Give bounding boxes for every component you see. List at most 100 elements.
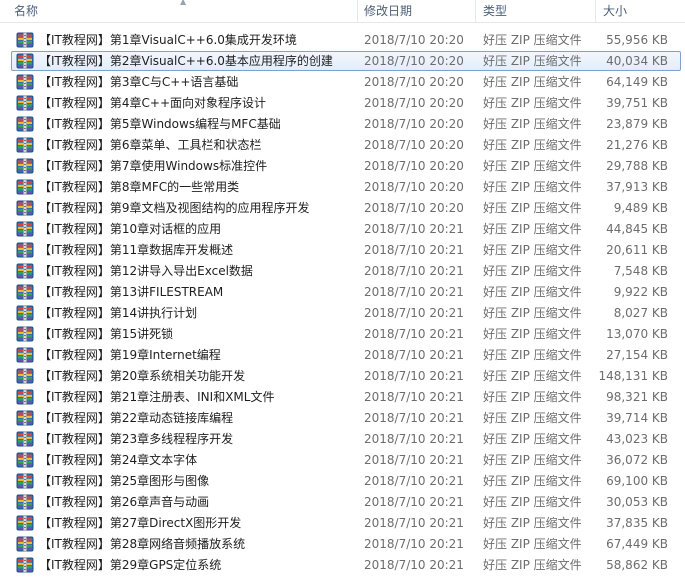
zip-archive-icon (16, 95, 34, 111)
file-row-9[interactable]: 【IT教程网】第9章文档及视图结构的应用程序开发 2018/7/10 20:20… (0, 198, 685, 219)
file-modified-date: 2018/7/10 20:20 (364, 201, 464, 215)
zip-archive-icon (16, 536, 34, 552)
file-size: 21,276 KB (606, 138, 668, 152)
file-size: 43,023 KB (606, 432, 668, 446)
file-type: 好压 ZIP 压缩文件 (483, 222, 582, 236)
zip-archive-icon (16, 368, 34, 384)
zip-archive-icon (16, 158, 34, 174)
file-type: 好压 ZIP 压缩文件 (483, 474, 582, 488)
file-name: 【IT教程网】第19章Internet编程 (39, 348, 221, 362)
file-modified-date: 2018/7/10 20:21 (364, 264, 464, 278)
zip-archive-icon (16, 179, 34, 195)
file-modified-date: 2018/7/10 20:21 (364, 474, 464, 488)
file-name: 【IT教程网】第6章菜单、工具栏和状态栏 (39, 138, 262, 152)
zip-archive-icon (16, 116, 34, 132)
file-row-7[interactable]: 【IT教程网】第7章使用Windows标准控件 2018/7/10 20:20 … (0, 156, 685, 177)
file-row-16[interactable]: 【IT教程网】第19章Internet编程 2018/7/10 20:21 好压… (0, 345, 685, 366)
file-row-2[interactable]: 【IT教程网】第2章VisualC++6.0基本应用程序的创建 2018/7/1… (0, 51, 685, 72)
zip-archive-icon (16, 557, 34, 573)
file-row-25[interactable]: 【IT教程网】第28章网络音频播放系统 2018/7/10 20:21 好压 Z… (0, 534, 685, 555)
file-row-21[interactable]: 【IT教程网】第24章文本字体 2018/7/10 20:21 好压 ZIP 压… (0, 450, 685, 471)
file-modified-date: 2018/7/10 20:21 (364, 348, 464, 362)
file-row-14[interactable]: 【IT教程网】第14讲执行计划 2018/7/10 20:21 好压 ZIP 压… (0, 303, 685, 324)
file-size: 40,034 KB (606, 54, 668, 68)
file-row-8[interactable]: 【IT教程网】第8章MFC的一些常用类 2018/7/10 20:20 好压 Z… (0, 177, 685, 198)
file-type: 好压 ZIP 压缩文件 (483, 327, 582, 341)
column-divider[interactable] (475, 0, 476, 22)
file-modified-date: 2018/7/10 20:21 (364, 516, 464, 530)
column-divider[interactable] (357, 0, 358, 22)
file-row-20[interactable]: 【IT教程网】第23章多线程程序开发 2018/7/10 20:21 好压 ZI… (0, 429, 685, 450)
zip-archive-icon (16, 242, 34, 258)
file-name: 【IT教程网】第10章对话框的应用 (39, 222, 222, 236)
zip-archive-icon (16, 473, 34, 489)
file-row-23[interactable]: 【IT教程网】第26章声音与动画 2018/7/10 20:21 好压 ZIP … (0, 492, 685, 513)
zip-archive-icon (16, 32, 34, 48)
file-size: 58,862 KB (606, 558, 668, 572)
file-type: 好压 ZIP 压缩文件 (483, 159, 582, 173)
file-size: 148,131 KB (598, 369, 668, 383)
zip-archive-icon (16, 515, 34, 531)
file-size: 27,154 KB (606, 348, 668, 362)
column-header-date[interactable]: 修改日期 (364, 0, 412, 22)
file-type: 好压 ZIP 压缩文件 (483, 33, 582, 47)
file-name: 【IT教程网】第11章数据库开发概述 (39, 243, 234, 257)
file-explorer: 名称 ▲ 修改日期 类型 大小 【IT教程网】第1章VisualC++6.0集成… (0, 0, 685, 586)
file-modified-date: 2018/7/10 20:21 (364, 411, 464, 425)
file-name: 【IT教程网】第7章使用Windows标准控件 (39, 159, 268, 173)
file-row-10[interactable]: 【IT教程网】第10章对话框的应用 2018/7/10 20:21 好压 ZIP… (0, 219, 685, 240)
file-name: 【IT教程网】第5章Windows编程与MFC基础 (39, 117, 281, 131)
file-size: 20,611 KB (606, 243, 668, 257)
file-row-22[interactable]: 【IT教程网】第25章图形与图像 2018/7/10 20:21 好压 ZIP … (0, 471, 685, 492)
zip-archive-icon (16, 221, 34, 237)
file-row-1[interactable]: 【IT教程网】第1章VisualC++6.0集成开发环境 2018/7/10 2… (0, 30, 685, 51)
file-modified-date: 2018/7/10 20:21 (364, 306, 464, 320)
file-name: 【IT教程网】第8章MFC的一些常用类 (39, 180, 240, 194)
file-name: 【IT教程网】第14讲执行计划 (39, 306, 198, 320)
file-list: 【IT教程网】第1章VisualC++6.0集成开发环境 2018/7/10 2… (0, 30, 685, 576)
file-type: 好压 ZIP 压缩文件 (483, 411, 582, 425)
file-modified-date: 2018/7/10 20:21 (364, 327, 464, 341)
file-name: 【IT教程网】第24章文本字体 (39, 453, 198, 467)
file-type: 好压 ZIP 压缩文件 (483, 558, 582, 572)
file-row-18[interactable]: 【IT教程网】第21章注册表、INI和XML文件 2018/7/10 20:21… (0, 387, 685, 408)
file-modified-date: 2018/7/10 20:20 (364, 138, 464, 152)
zip-archive-icon (16, 137, 34, 153)
file-size: 13,070 KB (606, 327, 668, 341)
file-type: 好压 ZIP 压缩文件 (483, 390, 582, 404)
file-type: 好压 ZIP 压缩文件 (483, 54, 582, 68)
column-divider[interactable] (595, 0, 596, 22)
zip-archive-icon (16, 326, 34, 342)
file-type: 好压 ZIP 压缩文件 (483, 264, 582, 278)
file-size: 29,788 KB (606, 159, 668, 173)
file-row-5[interactable]: 【IT教程网】第5章Windows编程与MFC基础 2018/7/10 20:2… (0, 114, 685, 135)
file-size: 9,922 KB (613, 285, 668, 299)
file-row-12[interactable]: 【IT教程网】第12讲导入导出Excel数据 2018/7/10 20:21 好… (0, 261, 685, 282)
file-name: 【IT教程网】第12讲导入导出Excel数据 (39, 264, 253, 278)
file-modified-date: 2018/7/10 20:20 (364, 75, 464, 89)
file-row-24[interactable]: 【IT教程网】第27章DirectX图形开发 2018/7/10 20:21 好… (0, 513, 685, 534)
file-name: 【IT教程网】第3章C与C++语言基础 (39, 75, 239, 89)
file-row-17[interactable]: 【IT教程网】第20章系统相关功能开发 2018/7/10 20:21 好压 Z… (0, 366, 685, 387)
file-name: 【IT教程网】第28章网络音频播放系统 (39, 537, 246, 551)
file-row-26[interactable]: 【IT教程网】第29章GPS定位系统 2018/7/10 20:21 好压 ZI… (0, 555, 685, 576)
file-size: 8,027 KB (613, 306, 668, 320)
file-type: 好压 ZIP 压缩文件 (483, 348, 582, 362)
file-row-13[interactable]: 【IT教程网】第13讲FILESTREAM 2018/7/10 20:21 好压… (0, 282, 685, 303)
zip-archive-icon (16, 200, 34, 216)
file-row-4[interactable]: 【IT教程网】第4章C++面向对象程序设计 2018/7/10 20:20 好压… (0, 93, 685, 114)
column-header-type[interactable]: 类型 (483, 0, 507, 22)
column-header-name[interactable]: 名称 (14, 0, 38, 22)
file-row-6[interactable]: 【IT教程网】第6章菜单、工具栏和状态栏 2018/7/10 20:20 好压 … (0, 135, 685, 156)
file-modified-date: 2018/7/10 20:20 (364, 33, 464, 47)
file-row-19[interactable]: 【IT教程网】第22章动态链接库编程 2018/7/10 20:21 好压 ZI… (0, 408, 685, 429)
file-row-15[interactable]: 【IT教程网】第15讲死锁 2018/7/10 20:21 好压 ZIP 压缩文… (0, 324, 685, 345)
file-name: 【IT教程网】第29章GPS定位系统 (39, 558, 222, 572)
column-header-size[interactable]: 大小 (603, 0, 627, 22)
zip-archive-icon (16, 452, 34, 468)
file-row-3[interactable]: 【IT教程网】第3章C与C++语言基础 2018/7/10 20:20 好压 Z… (0, 72, 685, 93)
zip-archive-icon (16, 263, 34, 279)
file-name: 【IT教程网】第23章多线程程序开发 (39, 432, 234, 446)
file-type: 好压 ZIP 压缩文件 (483, 96, 582, 110)
file-row-11[interactable]: 【IT教程网】第11章数据库开发概述 2018/7/10 20:21 好压 ZI… (0, 240, 685, 261)
